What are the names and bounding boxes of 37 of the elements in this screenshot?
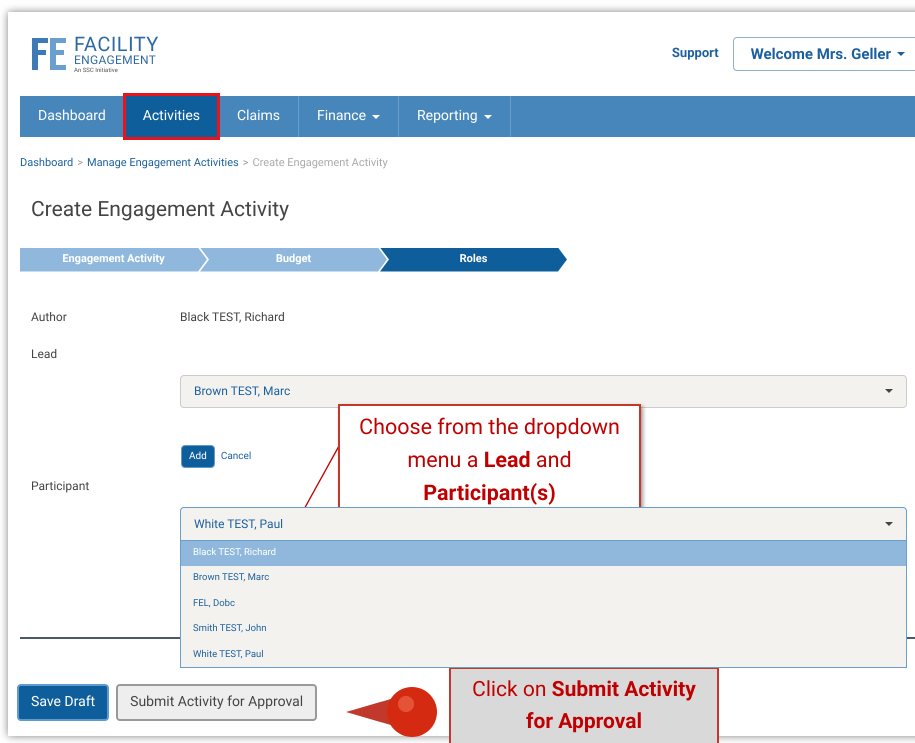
breadcrumb-separator: >: [242, 155, 248, 171]
caret-icon: [885, 389, 893, 393]
breadcrumb-current: Create Engagement Activity: [252, 155, 388, 171]
participant-label: Participant: [31, 478, 90, 492]
pointer-marker-icon: [346, 686, 440, 738]
cancel-link[interactable]: Cancel: [220, 448, 252, 464]
breadcrumb-separator: >: [77, 155, 83, 171]
logo-subtitle: ENGAGEMENT: [74, 54, 158, 66]
caret-icon: [897, 52, 905, 56]
submit-button[interactable]: Submit Activity for Approval: [116, 684, 318, 720]
dropdown-option[interactable]: Smith TEST, John: [181, 616, 906, 642]
support-link[interactable]: Support: [672, 44, 719, 64]
lead-label: Lead: [31, 346, 58, 360]
logo-title: FACILITY: [74, 34, 159, 54]
breadcrumb-link[interactable]: Dashboard: [20, 155, 74, 172]
participant-select[interactable]: White TEST, Paul: [180, 506, 907, 540]
breadcrumb-link[interactable]: Manage Engagement Activities: [86, 155, 239, 172]
add-button[interactable]: Add: [181, 444, 215, 468]
dropdown-option[interactable]: Brown TEST, Marc: [181, 566, 906, 592]
nav-tab[interactable]: Activities: [124, 96, 219, 137]
caret-icon: [885, 522, 893, 526]
progress-step: Budget: [200, 248, 387, 272]
lead-select[interactable]: Brown TEST, Marc: [180, 374, 907, 408]
dropdown-option[interactable]: White TEST, Paul: [181, 642, 906, 668]
nav-tab[interactable]: Dashboard: [20, 96, 125, 137]
author-value: Black TEST, Richard: [180, 308, 285, 326]
page-title: Create Engagement Activity: [31, 200, 290, 220]
instruction-callout: Click on Submit Activity for Approval: [449, 667, 719, 743]
dropdown-option[interactable]: FEL, Dobc: [181, 591, 906, 617]
save-draft-button[interactable]: Save Draft: [17, 684, 110, 720]
nav-tab[interactable]: Claims: [218, 96, 300, 137]
nav-tab[interactable]: Reporting: [399, 96, 511, 137]
progress-step: Engagement Activity: [20, 248, 207, 272]
nav-tab[interactable]: Finance: [299, 96, 400, 137]
progress-step: Roles: [380, 248, 567, 272]
user-menu-button[interactable]: Welcome Mrs. Geller: [732, 37, 915, 71]
author-label: Author: [31, 308, 68, 326]
